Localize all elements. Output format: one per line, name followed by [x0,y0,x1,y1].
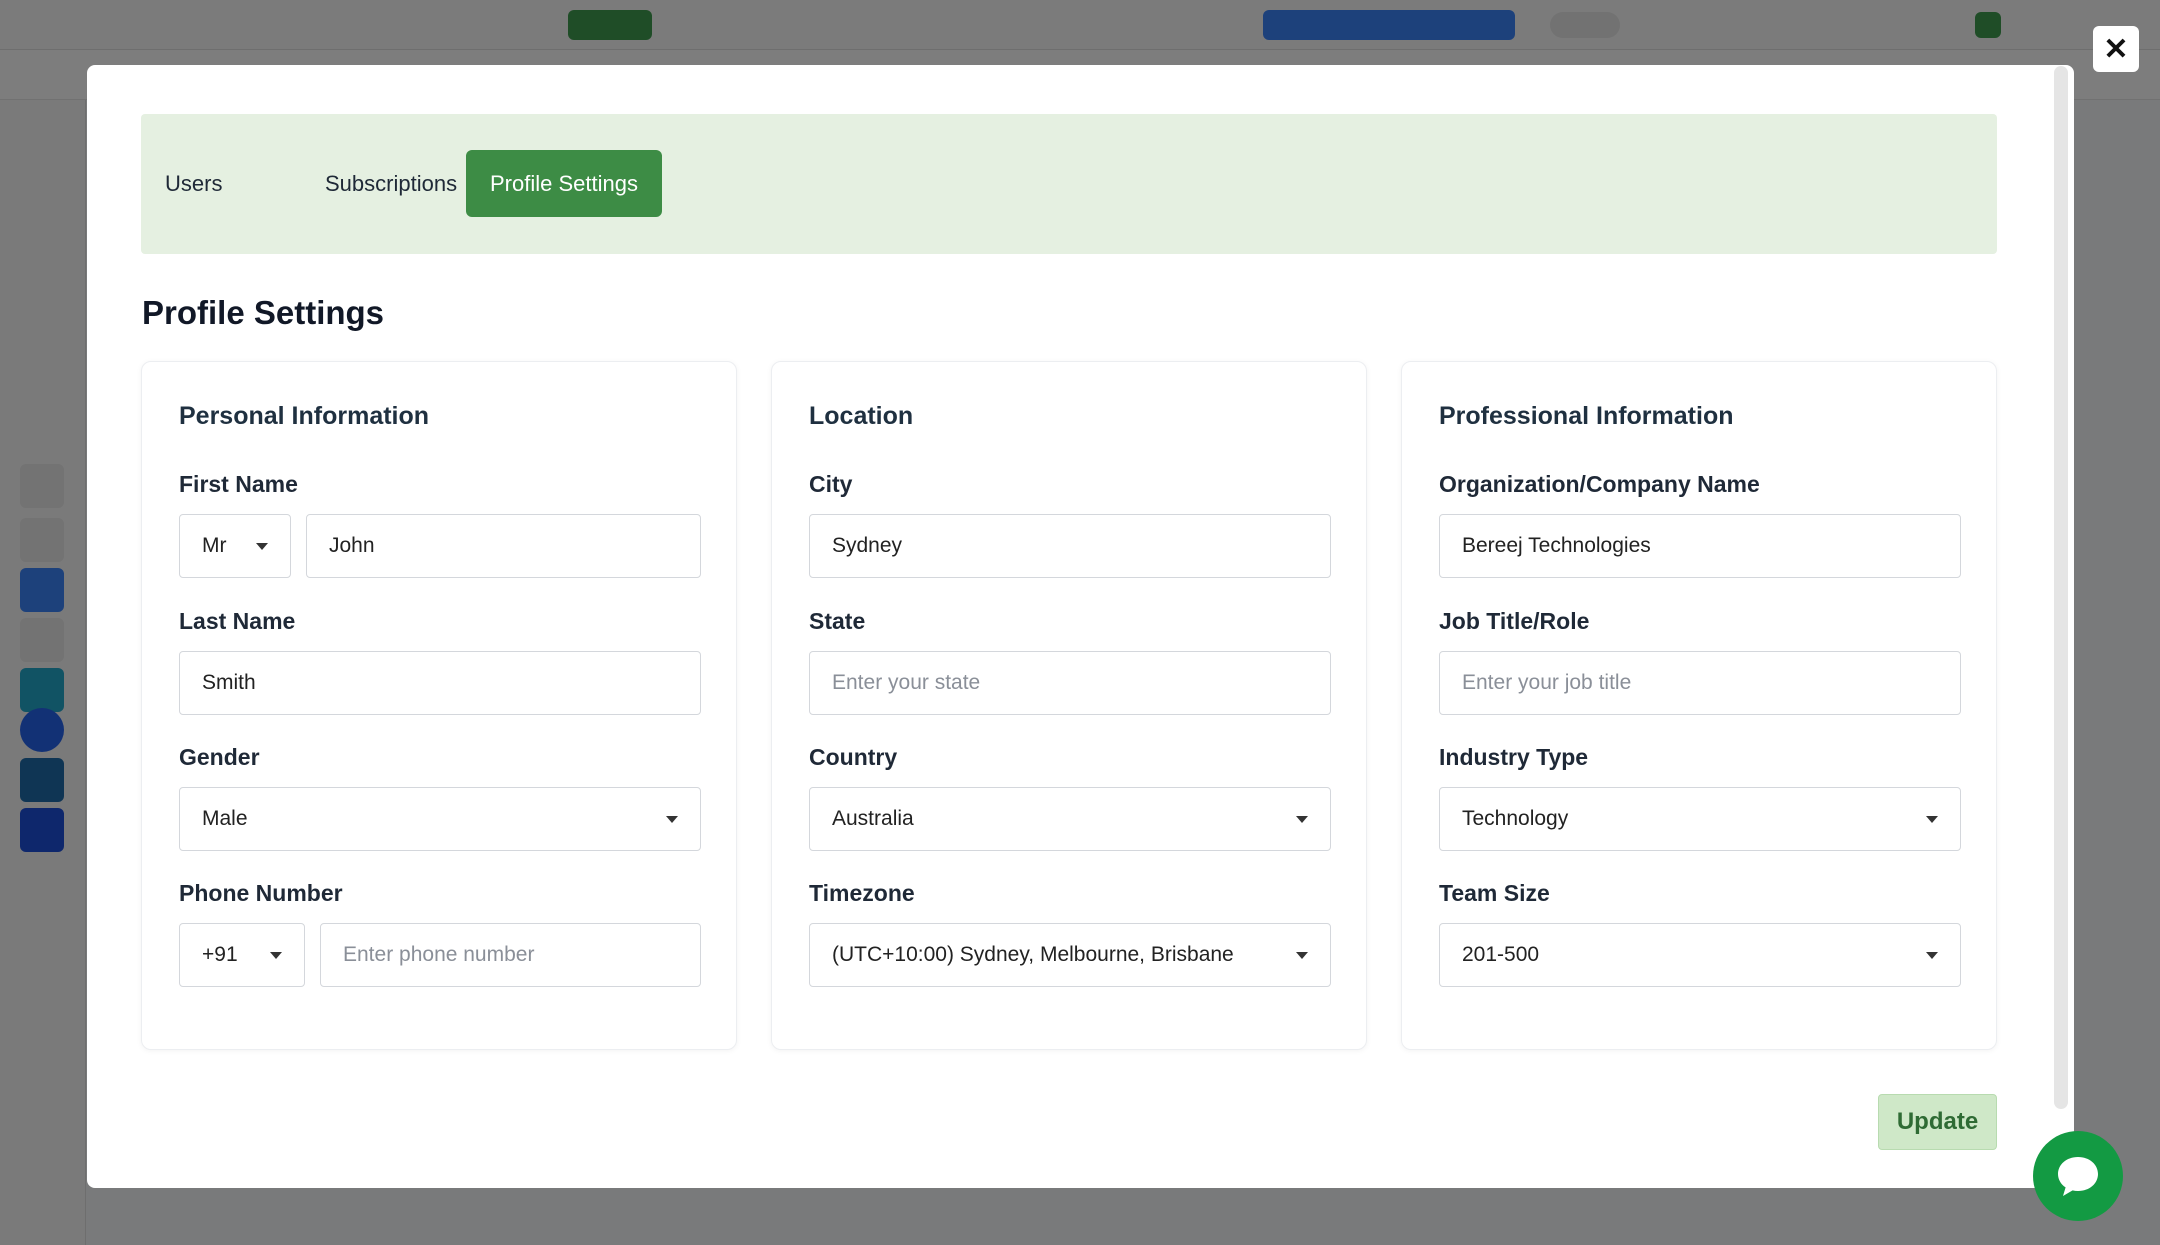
card-title: Personal Information [179,402,430,430]
country-value: Australia [832,807,914,830]
close-icon: ✕ [2103,32,2129,66]
industry-type-value: Technology [1462,807,1569,830]
gender-select[interactable]: Male [179,787,701,851]
professional-information-card: Professional Information Organization/Co… [1401,361,1997,1050]
location-card: Location City Sydney State Enter your st… [771,361,1367,1050]
country-code-value: +91 [202,943,238,966]
chevron-down-icon [1296,952,1308,959]
country-code-select[interactable]: +91 [179,923,305,987]
city-value: Sydney [832,534,903,557]
state-input[interactable]: Enter your state [809,651,1331,715]
phone-number-input[interactable]: Enter phone number [320,923,701,987]
city-label: City [809,471,853,497]
card-title: Professional Information [1439,402,1734,430]
chevron-down-icon [256,543,268,550]
first-name-value: John [329,534,375,557]
phone-number-label: Phone Number [179,880,343,906]
chevron-down-icon [1926,952,1938,959]
industry-type-select[interactable]: Technology [1439,787,1961,851]
job-title-input[interactable]: Enter your job title [1439,651,1961,715]
organization-input[interactable]: Bereej Technologies [1439,514,1961,578]
phone-number-placeholder: Enter phone number [343,943,535,966]
country-label: Country [809,744,898,770]
update-button[interactable]: Update [1878,1094,1997,1150]
last-name-value: Smith [202,671,256,694]
chevron-down-icon [270,952,282,959]
modal-scrollbar[interactable] [2054,66,2068,1109]
chat-bubble-icon [2058,1157,2098,1196]
page-title: Profile Settings [142,294,385,331]
first-name-input[interactable]: John [306,514,701,578]
card-title: Location [809,402,914,430]
job-title-label: Job Title/Role [1439,608,1590,634]
last-name-input[interactable]: Smith [179,651,701,715]
tabs-bar: Users Subscriptions Profile Settings [141,114,1997,254]
timezone-value: (UTC+10:00) Sydney, Melbourne, Brisbane [832,943,1234,966]
team-size-select[interactable]: 201-500 [1439,923,1961,987]
chevron-down-icon [666,816,678,823]
last-name-label: Last Name [179,608,296,634]
country-select[interactable]: Australia [809,787,1331,851]
chevron-down-icon [1296,816,1308,823]
industry-type-label: Industry Type [1439,744,1589,770]
first-name-label: First Name [179,471,298,497]
salutation-select[interactable]: Mr [179,514,291,578]
timezone-label: Timezone [809,880,915,906]
state-placeholder: Enter your state [832,671,981,694]
tab-users[interactable]: Users [141,150,246,217]
team-size-value: 201-500 [1462,943,1540,966]
salutation-value: Mr [202,534,227,557]
gender-value: Male [202,807,248,830]
timezone-select[interactable]: (UTC+10:00) Sydney, Melbourne, Brisbane [809,923,1331,987]
job-title-placeholder: Enter your job title [1462,671,1632,694]
tab-subscriptions[interactable]: Subscriptions [301,150,481,217]
chevron-down-icon [1926,816,1938,823]
personal-information-card: Personal Information First Name Mr John … [141,361,737,1050]
city-input[interactable]: Sydney [809,514,1331,578]
team-size-label: Team Size [1439,880,1550,906]
tab-profile-settings[interactable]: Profile Settings [466,150,662,217]
gender-label: Gender [179,744,260,770]
organization-value: Bereej Technologies [1462,534,1651,557]
chat-button[interactable] [2033,1131,2123,1221]
organization-label: Organization/Company Name [1439,471,1760,497]
close-button[interactable]: ✕ [2093,26,2139,72]
state-label: State [809,608,866,634]
